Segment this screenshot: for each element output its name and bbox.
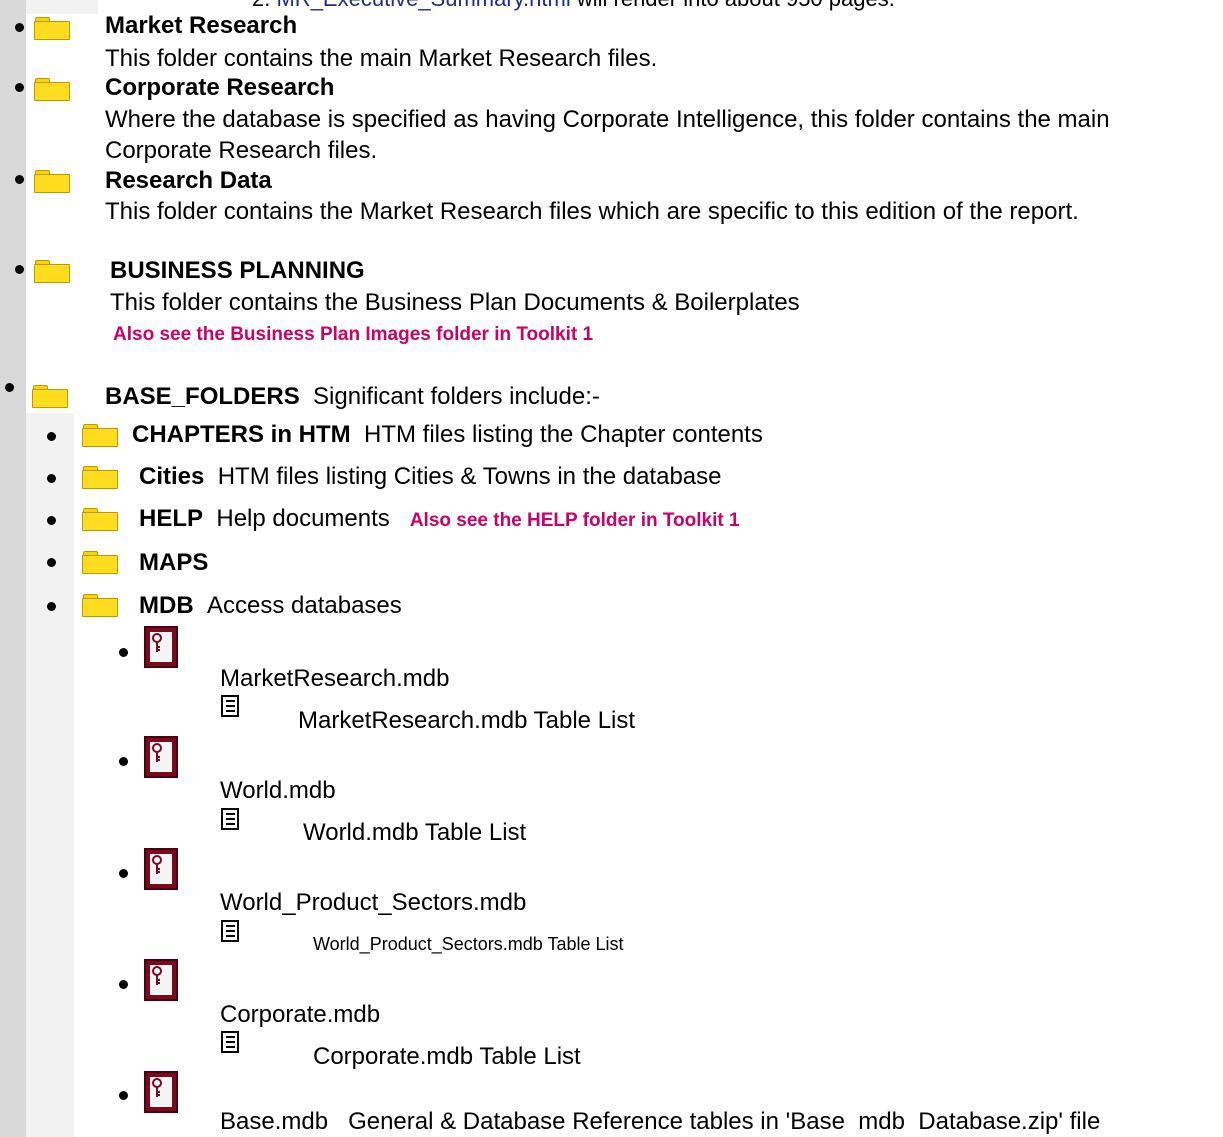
bullet	[47, 432, 56, 441]
folder-icon	[32, 385, 68, 408]
access-database-icon	[144, 626, 178, 668]
left-gutter-top	[26, 0, 98, 14]
document-icon	[221, 1031, 239, 1053]
bullet	[119, 869, 128, 878]
folder-icon	[82, 594, 118, 617]
bullet	[47, 474, 56, 483]
item-desc-business-planning: This folder contains the Business Plan D…	[110, 289, 800, 316]
sub-folder-mdb: MDB Access databases	[139, 592, 402, 620]
database-name[interactable]: World.mdb	[220, 777, 336, 805]
bullet	[119, 757, 128, 766]
sub-folder-chapters: CHAPTERS in HTM HTM files listing the Ch…	[132, 421, 763, 449]
folder-icon	[34, 17, 70, 40]
top-line-prefix: 2.	[252, 0, 270, 11]
access-database-icon	[144, 736, 178, 778]
folder-icon	[34, 78, 70, 101]
sub-folder-desc-help: Help documents	[216, 505, 390, 532]
sub-folder-desc-mdb: Access databases	[207, 592, 402, 619]
database-name[interactable]: Corporate.mdb	[220, 1001, 380, 1029]
access-database-icon	[144, 1071, 178, 1113]
help-note: Also see the HELP folder in Toolkit 1	[409, 510, 740, 531]
bullet	[5, 383, 14, 392]
database-name[interactable]: World_Product_Sectors.mdb	[220, 889, 526, 917]
left-gutter	[0, 0, 26, 1137]
sub-folder-title-cities[interactable]: Cities	[139, 463, 204, 490]
folder-icon	[82, 424, 118, 447]
item-desc-base-folders: Significant folders include:-	[313, 383, 600, 410]
table-list-link[interactable]: World_Product_Sectors.mdb Table List	[313, 933, 624, 955]
document-icon	[221, 920, 239, 942]
table-list-link[interactable]: World.mdb Table List	[303, 819, 526, 847]
bullet	[47, 558, 56, 567]
sub-folder-help: HELP Help documents Also see the HELP fo…	[139, 505, 740, 535]
sub-folder-title-mdb[interactable]: MDB	[139, 592, 194, 619]
sub-folder-title-help[interactable]: HELP	[139, 505, 203, 532]
item-title-corporate-research[interactable]: Corporate Research	[105, 74, 334, 102]
business-plan-note: Also see the Business Plan Images folder…	[113, 324, 594, 345]
folder-icon	[82, 551, 118, 574]
item-title-research-data[interactable]: Research Data	[105, 167, 272, 195]
folder-icon	[82, 508, 118, 531]
sub-folder-cities: Cities HTM files listing Cities & Towns …	[139, 463, 721, 491]
base-folders-line: BASE_FOLDERS Significant folders include…	[105, 383, 600, 411]
item-title-base-folders[interactable]: BASE_FOLDERS	[105, 383, 300, 410]
sub-folder-title-chapters[interactable]: CHAPTERS in HTM	[132, 421, 351, 448]
bullet	[119, 648, 128, 657]
database-name[interactable]: MarketResearch.mdb	[220, 665, 449, 693]
folder-icon	[34, 260, 70, 283]
database-name-base[interactable]: Base.mdb General & Database Reference ta…	[220, 1108, 1100, 1136]
bullet	[47, 516, 56, 525]
sub-folder-title-maps[interactable]: MAPS	[139, 549, 208, 577]
bullet	[15, 83, 24, 92]
table-list-link[interactable]: MarketResearch.mdb Table List	[298, 707, 635, 735]
table-list-link[interactable]: Corporate.mdb Table List	[313, 1043, 581, 1071]
item-desc-market-research: This folder contains the main Market Res…	[105, 45, 658, 72]
bullet	[119, 980, 128, 989]
top-line: 2. MR_Executive_Summary.html will render…	[252, 0, 895, 12]
document-icon	[221, 695, 239, 717]
bullet	[119, 1091, 128, 1100]
bullet	[15, 175, 24, 184]
access-database-icon	[144, 848, 178, 890]
bullet	[47, 602, 56, 611]
folder-icon	[82, 466, 118, 489]
bullet	[15, 23, 24, 32]
item-title-business-planning[interactable]: BUSINESS PLANNING	[110, 257, 365, 285]
top-line-rest: will render into about 950 pages.	[577, 0, 895, 11]
item-desc-corporate-research-2: Corporate Research files.	[105, 137, 378, 164]
item-desc-research-data: This folder contains the Market Research…	[105, 198, 1079, 225]
item-desc-corporate-research-1: Where the database is specified as havin…	[105, 106, 1110, 133]
access-database-icon	[144, 959, 178, 1001]
folder-icon	[34, 170, 70, 193]
executive-summary-link[interactable]: MR_Executive_Summary.html	[276, 0, 570, 11]
sub-folder-desc-chapters: HTM files listing the Chapter contents	[364, 421, 763, 448]
document-icon	[221, 808, 239, 830]
bullet	[15, 265, 24, 274]
sub-folder-desc-cities: HTM files listing Cities & Towns in the …	[217, 463, 722, 490]
item-title-market-research[interactable]: Market Research	[105, 12, 297, 40]
